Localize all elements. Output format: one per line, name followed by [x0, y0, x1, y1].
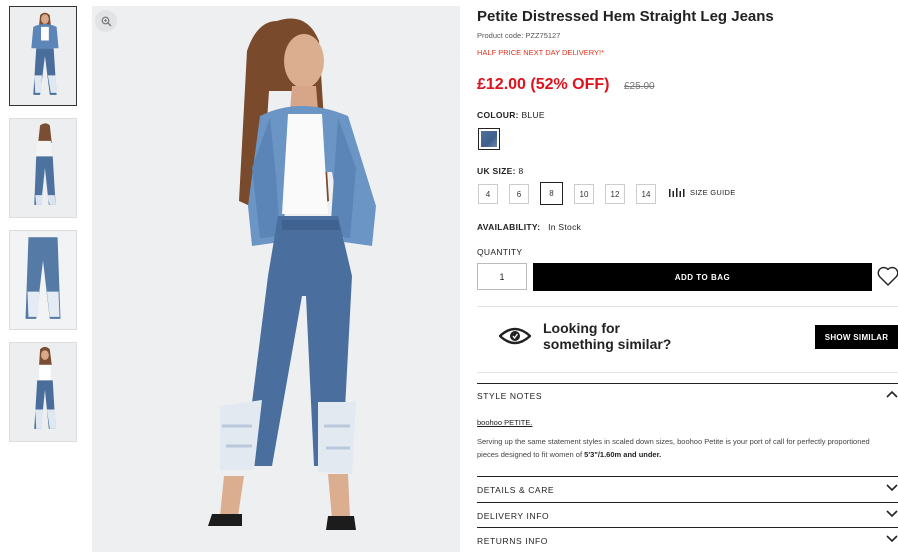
size-value: 8 [518, 166, 524, 176]
availability-label: AVAILABILITY: [477, 222, 541, 232]
chevron-down-icon [886, 484, 898, 492]
model-front-image [10, 7, 76, 105]
accordion-returns-label: RETURNS INFO [477, 536, 548, 546]
similar-line-2: something similar? [543, 336, 672, 352]
model-front-alt-image [10, 343, 76, 441]
quantity-label: QUANTITY [477, 247, 523, 257]
swatch-fill [481, 131, 497, 147]
size-option-6[interactable]: 6 [509, 184, 529, 204]
promo-banner: HALF PRICE NEXT DAY DELIVERY!* [477, 48, 604, 57]
zoom-button[interactable] [95, 10, 117, 32]
accordion-style-notes-label: STYLE NOTES [477, 391, 543, 401]
availability-value: In Stock [548, 222, 582, 232]
ruler-icon [669, 188, 685, 197]
eye-icon [499, 327, 531, 345]
thumbnail-flat[interactable] [9, 230, 77, 330]
show-similar-button[interactable]: SHOW SIMILAR [815, 325, 898, 349]
similar-line-1: Looking for [543, 320, 620, 336]
jeans-flat-image [10, 231, 76, 329]
size-option-12[interactable]: 12 [605, 184, 625, 204]
heart-icon[interactable] [876, 264, 898, 288]
model-wearing-jeans-image [92, 6, 460, 552]
product-info-panel: Petite Distressed Hem Straight Leg Jeans… [477, 0, 898, 552]
chevron-down-icon [886, 535, 898, 543]
accordion-border [477, 502, 898, 503]
size-guide-label: SIZE GUIDE [690, 188, 736, 197]
quantity-input[interactable]: 1 [477, 263, 527, 290]
chevron-up-icon [886, 390, 898, 398]
colour-label-key: COLOUR: [477, 110, 519, 120]
colour-value: BLUE [521, 110, 545, 120]
availability: AVAILABILITY: In Stock [477, 222, 581, 232]
brand-link[interactable]: boohoo PETITE. [477, 418, 532, 427]
size-guide-link[interactable]: SIZE GUIDE [669, 188, 736, 197]
product-code: Product code: PZZ75127 [477, 31, 561, 40]
size-option-8[interactable]: 8 [540, 182, 563, 205]
colour-label: COLOUR: BLUE [477, 110, 545, 120]
colour-swatch-blue[interactable] [478, 128, 500, 150]
size-option-10[interactable]: 10 [574, 184, 594, 204]
main-product-image[interactable] [92, 6, 460, 552]
divider [477, 306, 898, 307]
thumbnail-front[interactable] [9, 6, 77, 106]
size-option-4[interactable]: 4 [478, 184, 498, 204]
accordion-border [477, 383, 898, 384]
accordion-returns-info[interactable]: RETURNS INFO [477, 531, 898, 551]
style-notes-text: Serving up the same statement styles in … [477, 436, 877, 461]
accordion-delivery-label: DELIVERY INFO [477, 511, 550, 521]
accordion-border [477, 476, 898, 477]
sale-price: £12.00 (52% OFF) [477, 76, 610, 93]
size-option-14[interactable]: 14 [636, 184, 656, 204]
model-back-image [10, 119, 76, 217]
size-label: UK SIZE: 8 [477, 166, 523, 176]
size-label-key: UK SIZE: [477, 166, 516, 176]
chevron-down-icon [886, 510, 898, 518]
notes-body: Serving up the same statement styles in … [477, 437, 870, 459]
zoom-icon [101, 16, 111, 26]
accordion-delivery-info[interactable]: DELIVERY INFO [477, 506, 898, 526]
size-options: 4 6 8 10 12 14 [478, 182, 667, 205]
divider [477, 372, 898, 373]
add-to-bag-button[interactable]: ADD TO BAG [533, 263, 872, 291]
thumbnail-front-alt[interactable] [9, 342, 77, 442]
similar-prompt: Looking for something similar? [543, 320, 671, 352]
accordion-details-label: DETAILS & CARE [477, 485, 555, 495]
original-price: £25.00 [624, 81, 655, 92]
thumbnail-back[interactable] [9, 118, 77, 218]
notes-bold: 5'3"/1.60m and under. [584, 449, 662, 459]
product-title: Petite Distressed Hem Straight Leg Jeans [477, 8, 774, 25]
accordion-style-notes[interactable]: STYLE NOTES [477, 386, 898, 406]
accordion-details-care[interactable]: DETAILS & CARE [477, 480, 898, 500]
thumbnail-list [9, 6, 78, 454]
accordion-border [477, 527, 898, 528]
